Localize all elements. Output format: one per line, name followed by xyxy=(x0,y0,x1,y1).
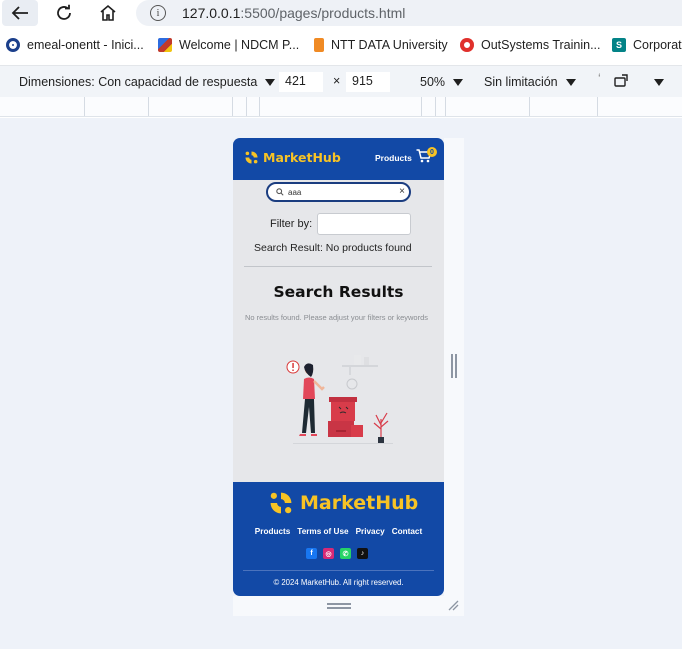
ruler-tick xyxy=(84,97,85,116)
divider xyxy=(244,266,432,267)
bookmark-corporat[interactable]: S Corporat xyxy=(612,38,682,52)
dimensions-label: Dimensiones: Con capacidad de respuesta xyxy=(19,75,258,89)
brand-name: MarketHub xyxy=(263,150,341,165)
media-query-ruler xyxy=(0,97,682,117)
ruler-tick xyxy=(445,97,446,116)
chevron-down-icon xyxy=(453,79,464,87)
footer-divider xyxy=(243,570,434,571)
url-text: 127.0.0.1:5500/pages/products.html xyxy=(182,5,405,21)
search-value: aaa xyxy=(288,187,302,197)
more-options[interactable] xyxy=(654,75,664,89)
height-input[interactable]: 915 xyxy=(346,72,390,92)
bookmark-label: NTT DATA University xyxy=(331,38,448,52)
arrow-left-icon xyxy=(11,6,28,20)
outlook-icon xyxy=(6,38,20,52)
chevron-down-icon xyxy=(565,79,576,87)
bookmark-label: emeal-onentt - Inici... xyxy=(27,38,144,52)
ruler-tick xyxy=(597,97,598,116)
footer-link-privacy[interactable]: Privacy xyxy=(356,527,385,536)
device-bottom-edge xyxy=(233,596,464,616)
app-header: MarketHub Products 0 xyxy=(233,138,444,180)
outsystems-icon xyxy=(460,38,474,52)
tiktok-icon[interactable]: ♪ xyxy=(357,548,368,559)
url-path: :5500/pages/products.html xyxy=(240,5,406,21)
rotate-button[interactable] xyxy=(613,73,631,92)
ndcm-icon xyxy=(158,38,172,52)
bookmark-label: Welcome | NDCM P... xyxy=(179,38,300,52)
home-button[interactable] xyxy=(90,0,126,26)
bookmark-emeal[interactable]: emeal-onentt - Inici... xyxy=(6,38,144,52)
home-icon xyxy=(100,4,116,21)
device-toolbar: Dimensiones: Con capacidad de respuesta … xyxy=(0,65,682,97)
instagram-icon[interactable]: ◎ xyxy=(323,548,334,559)
device-right-edge xyxy=(444,138,464,616)
times-sign: × xyxy=(333,74,341,88)
zoom-label: 50% xyxy=(420,75,446,89)
brand-logo[interactable]: MarketHub xyxy=(244,150,341,165)
width-input[interactable]: 421 xyxy=(279,72,323,92)
dimensions-select[interactable]: Dimensiones: Con capacidad de respuesta xyxy=(19,75,276,89)
ruler-tick xyxy=(148,97,149,116)
footer-brand-logo[interactable]: MarketHub xyxy=(268,490,418,516)
zoom-select[interactable]: 50% xyxy=(420,75,464,89)
social-links: f ◎ ✆ ♪ xyxy=(306,548,368,559)
clear-search-button[interactable]: × xyxy=(399,186,405,197)
nav-products-link[interactable]: Products xyxy=(375,153,412,163)
address-bar[interactable]: i 127.0.0.1:5500/pages/products.html xyxy=(136,0,682,26)
bookmarks-bar: emeal-onentt - Inici... Welcome | NDCM P… xyxy=(0,33,682,59)
markethub-logo-icon xyxy=(270,492,292,514)
filter-label: Filter by: xyxy=(270,218,313,230)
ruler-tick xyxy=(435,97,436,116)
bookmark-outsystems[interactable]: OutSystems Trainin... xyxy=(460,38,600,52)
ruler-tick xyxy=(259,97,260,116)
back-button[interactable] xyxy=(2,0,38,26)
ruler-tick xyxy=(529,97,530,116)
page-title: Search Results xyxy=(273,283,404,301)
separator: ʻ xyxy=(598,72,601,86)
throttle-label: Sin limitación xyxy=(484,75,558,89)
rotate-device-icon xyxy=(614,74,628,87)
chevron-down-icon xyxy=(654,79,664,87)
bookmark-ntt[interactable]: NTT DATA University xyxy=(314,38,448,52)
browser-toolbar: i 127.0.0.1:5500/pages/products.html xyxy=(0,0,682,30)
search-icon xyxy=(276,188,284,196)
ruler-tick xyxy=(421,97,422,116)
url-host: 127.0.0.1 xyxy=(182,5,241,21)
facebook-icon[interactable]: f xyxy=(306,548,317,559)
markethub-logo-icon xyxy=(245,151,258,164)
footer-link-products[interactable]: Products xyxy=(255,527,291,536)
bookmark-flag-icon xyxy=(314,38,324,52)
resize-corner-icon[interactable] xyxy=(447,599,459,611)
ruler-tick xyxy=(232,97,233,116)
empty-state-illustration xyxy=(286,355,393,444)
no-results-message: No results found. Please adjust your fil… xyxy=(245,313,428,322)
resize-handle-bottom[interactable] xyxy=(327,603,351,605)
footer: MarketHub Products Terms of Use Privacy … xyxy=(233,482,444,596)
footer-brand-name: MarketHub xyxy=(300,492,419,514)
bookmark-label: Corporat xyxy=(633,38,682,52)
reload-button[interactable] xyxy=(46,0,82,26)
cart-count-badge: 0 xyxy=(427,147,437,157)
search-result-status: Search Result: No products found xyxy=(254,242,412,254)
site-info-icon[interactable]: i xyxy=(150,5,166,21)
search-input[interactable]: aaa × xyxy=(266,182,411,202)
throttle-select[interactable]: Sin limitación xyxy=(484,75,576,89)
sharepoint-icon: S xyxy=(612,38,626,52)
chevron-down-icon xyxy=(265,79,276,87)
copyright-text: © 2024 MarketHub. All right reserved. xyxy=(273,578,404,587)
footer-link-contact[interactable]: Contact xyxy=(392,527,422,536)
reload-icon xyxy=(57,4,71,20)
footer-links: Products Terms of Use Privacy Contact xyxy=(233,527,444,536)
ruler-tick xyxy=(246,97,247,116)
resize-handle-bottom[interactable] xyxy=(327,607,351,609)
resize-handle-right[interactable] xyxy=(455,354,457,378)
bookmark-label: OutSystems Trainin... xyxy=(481,38,601,52)
filter-input[interactable] xyxy=(317,213,411,235)
bookmark-ndcm[interactable]: Welcome | NDCM P... xyxy=(158,38,299,52)
resize-handle-right[interactable] xyxy=(451,354,453,378)
footer-link-terms[interactable]: Terms of Use xyxy=(297,527,348,536)
mobile-viewport: MarketHub Products 0 aaa × Filter by: Se… xyxy=(233,138,444,596)
whatsapp-icon[interactable]: ✆ xyxy=(340,548,351,559)
